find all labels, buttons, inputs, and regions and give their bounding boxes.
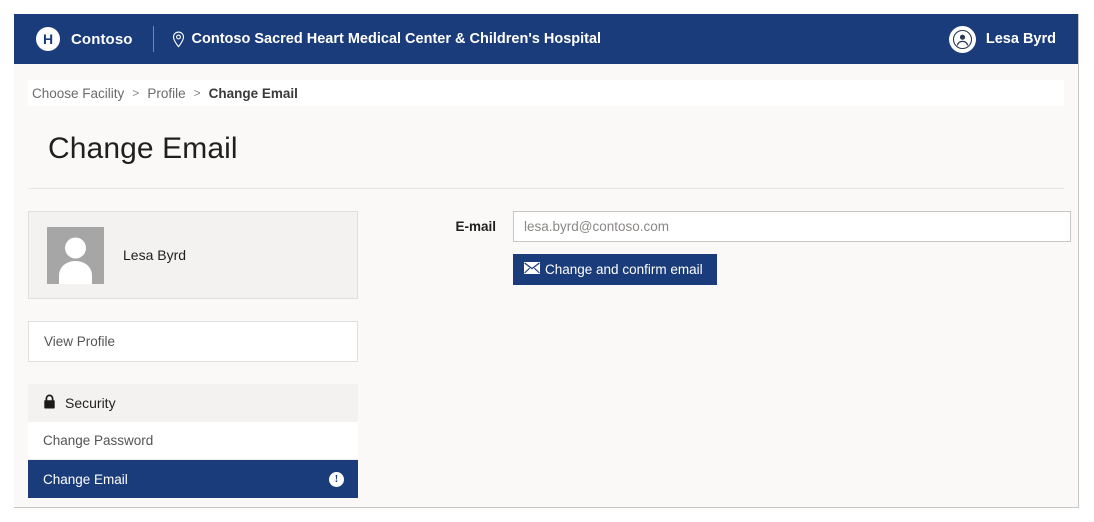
change-email-label: Change Email [43, 471, 128, 487]
email-label: E-mail [455, 219, 496, 234]
sidebar-security-group: Security Change Password Change Email ! [28, 384, 358, 498]
breadcrumb-separator-icon: > [132, 86, 140, 100]
page-title: Change Email [48, 132, 238, 165]
sidebar-item-change-password[interactable]: Change Password [28, 422, 358, 460]
sidebar-item-change-email[interactable]: Change Email ! [28, 460, 358, 498]
profile-avatar-icon [47, 226, 104, 284]
user-avatar-icon [948, 25, 976, 53]
profile-name: Lesa Byrd [123, 247, 187, 263]
breadcrumb-item-choose-facility[interactable]: Choose Facility [32, 86, 124, 101]
brand-name: Contoso [71, 30, 133, 48]
view-profile-label: View Profile [44, 334, 116, 349]
profile-card: Lesa Byrd [28, 211, 358, 299]
breadcrumb: Choose Facility > Profile > Change Email [28, 80, 1064, 106]
contoso-logo-icon: H [36, 27, 60, 51]
app-window: H Contoso Contoso Sacred Heart Medical C… [14, 14, 1079, 508]
lock-icon [43, 394, 56, 412]
submit-row: Change and confirm email [513, 254, 1071, 285]
change-and-confirm-email-button[interactable]: Change and confirm email [513, 254, 717, 285]
page-content: Change Email Lesa Byrd View Profile Secu… [14, 132, 1078, 498]
location-pin-icon [172, 31, 185, 48]
brand-link[interactable]: H Contoso [36, 27, 133, 51]
info-icon[interactable]: ! [329, 471, 344, 487]
breadcrumb-separator-icon: > [193, 86, 201, 100]
change-email-form: E-mail Change and confirm email [358, 211, 1071, 498]
sidebar: Lesa Byrd View Profile Security Change P… [28, 211, 358, 498]
facility-name: Contoso Sacred Heart Medical Center & Ch… [191, 31, 602, 47]
sidebar-item-view-profile[interactable]: View Profile [28, 321, 358, 362]
header-divider [152, 26, 154, 52]
sidebar-group-header-security: Security [28, 384, 358, 422]
facility-selector[interactable]: Contoso Sacred Heart Medical Center & Ch… [172, 31, 602, 48]
user-menu[interactable]: Lesa Byrd [948, 25, 1062, 53]
submit-button-label: Change and confirm email [545, 262, 703, 277]
change-password-label: Change Password [43, 433, 154, 448]
content-columns: Lesa Byrd View Profile Security Change P… [28, 211, 1071, 498]
envelope-icon [524, 262, 540, 277]
breadcrumb-item-profile[interactable]: Profile [147, 86, 185, 101]
email-input[interactable] [513, 211, 1071, 242]
breadcrumb-item-change-email: Change Email [208, 85, 298, 101]
title-divider [28, 188, 1064, 189]
user-name-label: Lesa Byrd [985, 31, 1056, 47]
top-navigation-bar: H Contoso Contoso Sacred Heart Medical C… [14, 14, 1078, 64]
security-label: Security [65, 395, 116, 411]
email-form-row: E-mail [432, 211, 1071, 242]
